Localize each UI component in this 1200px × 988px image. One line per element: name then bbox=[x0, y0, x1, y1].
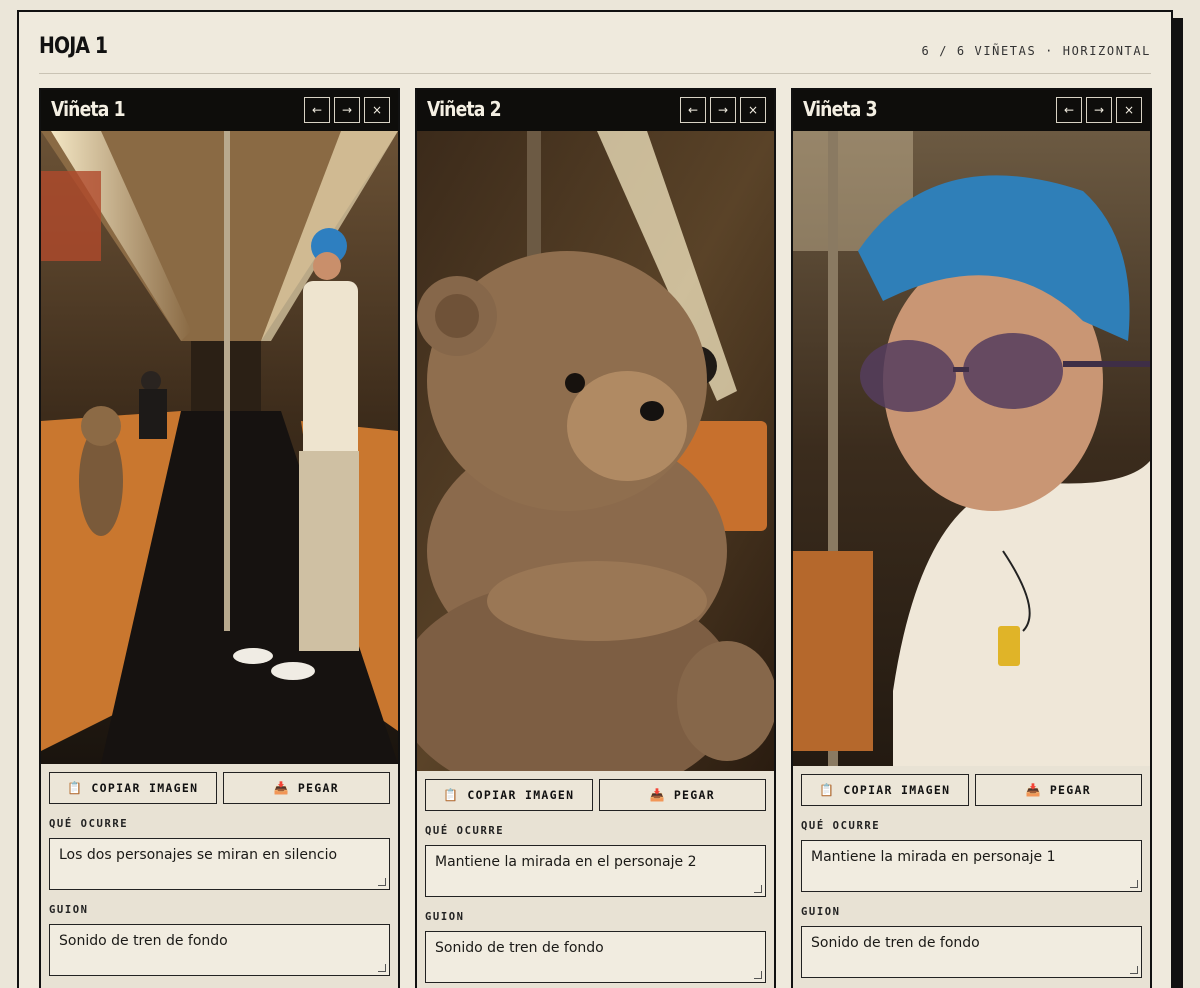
paste-label: PEGAR bbox=[1049, 783, 1091, 797]
panel-image-subway bbox=[41, 131, 398, 764]
clipboard-icon: 📋 bbox=[443, 788, 460, 802]
panel-header: Viñeta 1 ← → × bbox=[41, 90, 398, 131]
copy-image-button[interactable]: 📋 COPIAR IMAGEN bbox=[425, 779, 593, 811]
panel-image-teddy-bear bbox=[417, 131, 774, 771]
sheet-meta: 6 / 6 VIÑETAS · HORIZONTAL bbox=[921, 44, 1151, 58]
paste-label: PEGAR bbox=[673, 788, 715, 802]
paste-button[interactable]: 📥 PEGAR bbox=[222, 772, 390, 804]
sheet-title: HOJA 1 bbox=[39, 34, 108, 59]
delete-panel-button[interactable]: × bbox=[740, 97, 766, 123]
script-textarea[interactable]: Sonido de tren de fondo bbox=[801, 926, 1142, 978]
move-left-button[interactable]: ← bbox=[680, 97, 706, 123]
panel-title: Viñeta 3 bbox=[803, 97, 878, 121]
delete-panel-button[interactable]: × bbox=[364, 97, 390, 123]
script-label: GUION bbox=[49, 904, 89, 916]
clipboard-icon: 📋 bbox=[819, 783, 836, 797]
teddy-bear-illustration bbox=[417, 131, 774, 771]
paste-button[interactable]: 📥 PEGAR bbox=[974, 774, 1142, 806]
panel-3: Viñeta 3 ← → × 📋 COPIAR IMAGEN 📥 PEGAR Q… bbox=[791, 88, 1152, 988]
delete-panel-button[interactable]: × bbox=[1116, 97, 1142, 123]
what-happens-textarea[interactable]: Mantiene la mirada en el personaje 2 bbox=[425, 845, 766, 897]
panel-1: Viñeta 1 ← → × 📋 COPIAR IMAGEN 📥 PEGAR Q… bbox=[39, 88, 400, 988]
sheet-header: HOJA 1 6 / 6 VIÑETAS · HORIZONTAL bbox=[39, 34, 1151, 74]
paste-label: PEGAR bbox=[297, 781, 339, 795]
panel-header: Viñeta 2 ← → × bbox=[417, 90, 774, 131]
script-textarea[interactable]: Sonido de tren de fondo bbox=[425, 931, 766, 983]
paste-button[interactable]: 📥 PEGAR bbox=[598, 779, 766, 811]
copy-image-button[interactable]: 📋 COPIAR IMAGEN bbox=[49, 772, 217, 804]
paste-icon: 📥 bbox=[273, 781, 290, 795]
man-portrait-illustration bbox=[793, 131, 1150, 766]
paste-icon: 📥 bbox=[649, 788, 666, 802]
panel-image-man bbox=[793, 131, 1150, 766]
move-right-button[interactable]: → bbox=[710, 97, 736, 123]
script-label: GUION bbox=[801, 906, 841, 918]
panel-title: Viñeta 1 bbox=[51, 97, 126, 121]
panel-header: Viñeta 3 ← → × bbox=[793, 90, 1150, 131]
script-textarea[interactable]: Sonido de tren de fondo bbox=[49, 924, 390, 976]
move-left-button[interactable]: ← bbox=[304, 97, 330, 123]
paste-icon: 📥 bbox=[1025, 783, 1042, 797]
script-label: GUION bbox=[425, 911, 465, 923]
what-happens-label: QUÉ OCURRE bbox=[49, 818, 129, 830]
move-right-button[interactable]: → bbox=[334, 97, 360, 123]
panel-2: Viñeta 2 ← → × 📋 COPIAR IMAGEN 📥 PEGAR Q… bbox=[415, 88, 776, 988]
copy-image-label: COPIAR IMAGEN bbox=[467, 788, 575, 802]
copy-image-button[interactable]: 📋 COPIAR IMAGEN bbox=[801, 774, 969, 806]
sheet: HOJA 1 6 / 6 VIÑETAS · HORIZONTAL Viñeta… bbox=[17, 10, 1173, 988]
what-happens-textarea[interactable]: Los dos personajes se miran en silencio bbox=[49, 838, 390, 890]
move-left-button[interactable]: ← bbox=[1056, 97, 1082, 123]
panel-title: Viñeta 2 bbox=[427, 97, 502, 121]
what-happens-label: QUÉ OCURRE bbox=[801, 820, 881, 832]
what-happens-label: QUÉ OCURRE bbox=[425, 825, 505, 837]
what-happens-textarea[interactable]: Mantiene la mirada en personaje 1 bbox=[801, 840, 1142, 892]
clipboard-icon: 📋 bbox=[67, 781, 84, 795]
move-right-button[interactable]: → bbox=[1086, 97, 1112, 123]
copy-image-label: COPIAR IMAGEN bbox=[843, 783, 951, 797]
copy-image-label: COPIAR IMAGEN bbox=[91, 781, 199, 795]
subway-scene-illustration bbox=[41, 131, 398, 764]
